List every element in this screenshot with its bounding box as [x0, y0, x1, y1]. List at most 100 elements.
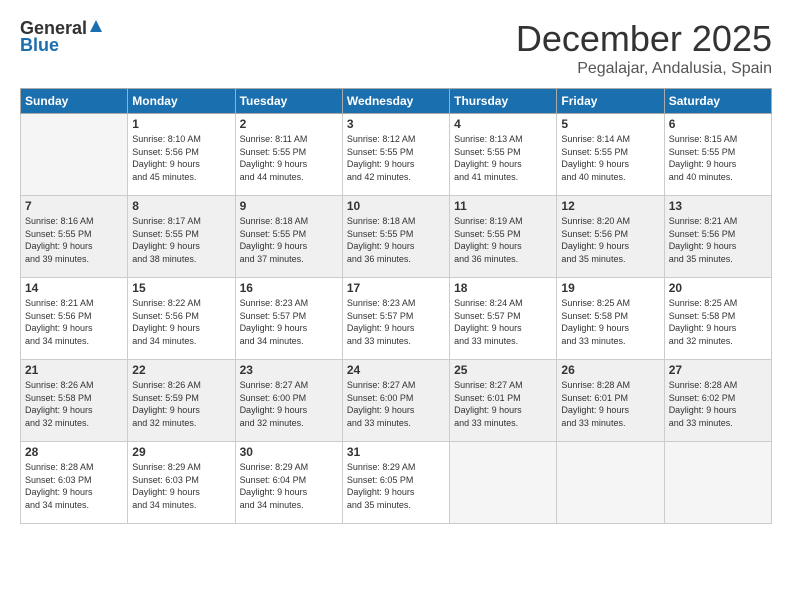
day-number: 6 — [669, 117, 767, 131]
day-info: Sunrise: 8:14 AMSunset: 5:55 PMDaylight:… — [561, 133, 659, 183]
day-info: Sunrise: 8:23 AMSunset: 5:57 PMDaylight:… — [347, 297, 445, 347]
day-info: Sunrise: 8:18 AMSunset: 5:55 PMDaylight:… — [347, 215, 445, 265]
table-row: 29 Sunrise: 8:29 AMSunset: 6:03 PMDayligh… — [128, 442, 235, 524]
table-row: 7 Sunrise: 8:16 AMSunset: 5:55 PMDaylight… — [21, 196, 128, 278]
day-info: Sunrise: 8:21 AMSunset: 5:56 PMDaylight:… — [669, 215, 767, 265]
day-number: 12 — [561, 199, 659, 213]
day-number: 26 — [561, 363, 659, 377]
day-number: 21 — [25, 363, 123, 377]
day-info: Sunrise: 8:27 AMSunset: 6:00 PMDaylight:… — [347, 379, 445, 429]
table-row: 5Sunrise: 8:14 AMSunset: 5:55 PMDaylight… — [557, 114, 664, 196]
day-info: Sunrise: 8:12 AMSunset: 5:55 PMDaylight:… — [347, 133, 445, 183]
calendar-week-row: 1Sunrise: 8:10 AMSunset: 5:56 PMDaylight… — [21, 114, 772, 196]
logo-icon — [89, 19, 103, 33]
table-row: 15 Sunrise: 8:22 AMSunset: 5:56 PMDayligh… — [128, 278, 235, 360]
day-number: 11 — [454, 199, 552, 213]
day-number: 2 — [240, 117, 338, 131]
day-info: Sunrise: 8:15 AMSunset: 5:55 PMDaylight:… — [669, 133, 767, 183]
day-number: 25 — [454, 363, 552, 377]
day-info: Sunrise: 8:29 AMSunset: 6:04 PMDaylight:… — [240, 461, 338, 511]
table-row: 21 Sunrise: 8:26 AMSunset: 5:58 PMDayligh… — [21, 360, 128, 442]
day-number: 3 — [347, 117, 445, 131]
day-number: 24 — [347, 363, 445, 377]
table-row — [664, 442, 771, 524]
col-wednesday: Wednesday — [342, 89, 449, 114]
day-number: 15 — [132, 281, 230, 295]
table-row: 6 Sunrise: 8:15 AMSunset: 5:55 PMDaylight… — [664, 114, 771, 196]
day-number: 31 — [347, 445, 445, 459]
day-number: 29 — [132, 445, 230, 459]
table-row — [21, 114, 128, 196]
col-friday: Friday — [557, 89, 664, 114]
day-number: 7 — [25, 199, 123, 213]
day-info: Sunrise: 8:29 AMSunset: 6:05 PMDaylight:… — [347, 461, 445, 511]
col-monday: Monday — [128, 89, 235, 114]
day-info: Sunrise: 8:11 AMSunset: 5:55 PMDaylight:… — [240, 133, 338, 183]
day-info: Sunrise: 8:29 AMSunset: 6:03 PMDaylight:… — [132, 461, 230, 511]
day-info: Sunrise: 8:25 AMSunset: 5:58 PMDaylight:… — [669, 297, 767, 347]
table-row: 27Sunrise: 8:28 AMSunset: 6:02 PMDayligh… — [664, 360, 771, 442]
day-info: Sunrise: 8:28 AMSunset: 6:01 PMDaylight:… — [561, 379, 659, 429]
table-row: 2 Sunrise: 8:11 AMSunset: 5:55 PMDaylight… — [235, 114, 342, 196]
day-info: Sunrise: 8:23 AMSunset: 5:57 PMDaylight:… — [240, 297, 338, 347]
logo: General Blue — [20, 18, 103, 56]
day-info: Sunrise: 8:16 AMSunset: 5:55 PMDaylight:… — [25, 215, 123, 265]
col-saturday: Saturday — [664, 89, 771, 114]
calendar-week-row: 28Sunrise: 8:28 AMSunset: 6:03 PMDayligh… — [21, 442, 772, 524]
day-number: 23 — [240, 363, 338, 377]
calendar-week-row: 21 Sunrise: 8:26 AMSunset: 5:58 PMDayligh… — [21, 360, 772, 442]
header: General Blue December 2025 Pegalajar, An… — [20, 18, 772, 78]
table-row: 16 Sunrise: 8:23 AMSunset: 5:57 PMDayligh… — [235, 278, 342, 360]
page: General Blue December 2025 Pegalajar, An… — [0, 0, 792, 612]
table-row — [450, 442, 557, 524]
day-info: Sunrise: 8:25 AMSunset: 5:58 PMDaylight:… — [561, 297, 659, 347]
day-info: Sunrise: 8:20 AMSunset: 5:56 PMDaylight:… — [561, 215, 659, 265]
day-number: 30 — [240, 445, 338, 459]
table-row: 14 Sunrise: 8:21 AMSunset: 5:56 PMDayligh… — [21, 278, 128, 360]
table-row: 26 Sunrise: 8:28 AMSunset: 6:01 PMDayligh… — [557, 360, 664, 442]
calendar-week-row: 14 Sunrise: 8:21 AMSunset: 5:56 PMDayligh… — [21, 278, 772, 360]
day-info: Sunrise: 8:26 AMSunset: 5:58 PMDaylight:… — [25, 379, 123, 429]
table-row: 1Sunrise: 8:10 AMSunset: 5:56 PMDaylight… — [128, 114, 235, 196]
month-year-title: December 2025 — [516, 18, 772, 60]
day-info: Sunrise: 8:27 AMSunset: 6:01 PMDaylight:… — [454, 379, 552, 429]
table-row — [557, 442, 664, 524]
day-number: 9 — [240, 199, 338, 213]
table-row: 17 Sunrise: 8:23 AMSunset: 5:57 PMDayligh… — [342, 278, 449, 360]
col-tuesday: Tuesday — [235, 89, 342, 114]
table-row: 4 Sunrise: 8:13 AMSunset: 5:55 PMDaylight… — [450, 114, 557, 196]
table-row: 30 Sunrise: 8:29 AMSunset: 6:04 PMDayligh… — [235, 442, 342, 524]
table-row: 13 Sunrise: 8:21 AMSunset: 5:56 PMDayligh… — [664, 196, 771, 278]
table-row: 22Sunrise: 8:26 AMSunset: 5:59 PMDayligh… — [128, 360, 235, 442]
day-info: Sunrise: 8:26 AMSunset: 5:59 PMDaylight:… — [132, 379, 230, 429]
table-row: 23 Sunrise: 8:27 AMSunset: 6:00 PMDayligh… — [235, 360, 342, 442]
table-row: 11Sunrise: 8:19 AMSunset: 5:55 PMDayligh… — [450, 196, 557, 278]
col-thursday: Thursday — [450, 89, 557, 114]
table-row: 20 Sunrise: 8:25 AMSunset: 5:58 PMDayligh… — [664, 278, 771, 360]
day-info: Sunrise: 8:21 AMSunset: 5:56 PMDaylight:… — [25, 297, 123, 347]
day-number: 14 — [25, 281, 123, 295]
day-info: Sunrise: 8:27 AMSunset: 6:00 PMDaylight:… — [240, 379, 338, 429]
day-number: 13 — [669, 199, 767, 213]
day-number: 20 — [669, 281, 767, 295]
calendar-header-row: Sunday Monday Tuesday Wednesday Thursday… — [21, 89, 772, 114]
calendar-table: Sunday Monday Tuesday Wednesday Thursday… — [20, 88, 772, 524]
day-info: Sunrise: 8:22 AMSunset: 5:56 PMDaylight:… — [132, 297, 230, 347]
table-row: 19Sunrise: 8:25 AMSunset: 5:58 PMDayligh… — [557, 278, 664, 360]
day-number: 1 — [132, 117, 230, 131]
col-sunday: Sunday — [21, 89, 128, 114]
location-subtitle: Pegalajar, Andalusia, Spain — [516, 60, 772, 78]
table-row: 9 Sunrise: 8:18 AMSunset: 5:55 PMDaylight… — [235, 196, 342, 278]
day-number: 4 — [454, 117, 552, 131]
day-info: Sunrise: 8:13 AMSunset: 5:55 PMDaylight:… — [454, 133, 552, 183]
table-row: 10Sunrise: 8:18 AMSunset: 5:55 PMDayligh… — [342, 196, 449, 278]
table-row: 24 Sunrise: 8:27 AMSunset: 6:00 PMDayligh… — [342, 360, 449, 442]
day-number: 17 — [347, 281, 445, 295]
day-number: 16 — [240, 281, 338, 295]
logo-blue-text: Blue — [20, 35, 59, 56]
day-info: Sunrise: 8:18 AMSunset: 5:55 PMDaylight:… — [240, 215, 338, 265]
day-number: 18 — [454, 281, 552, 295]
day-info: Sunrise: 8:24 AMSunset: 5:57 PMDaylight:… — [454, 297, 552, 347]
table-row: 28Sunrise: 8:28 AMSunset: 6:03 PMDayligh… — [21, 442, 128, 524]
table-row: 8Sunrise: 8:17 AMSunset: 5:55 PMDaylight… — [128, 196, 235, 278]
